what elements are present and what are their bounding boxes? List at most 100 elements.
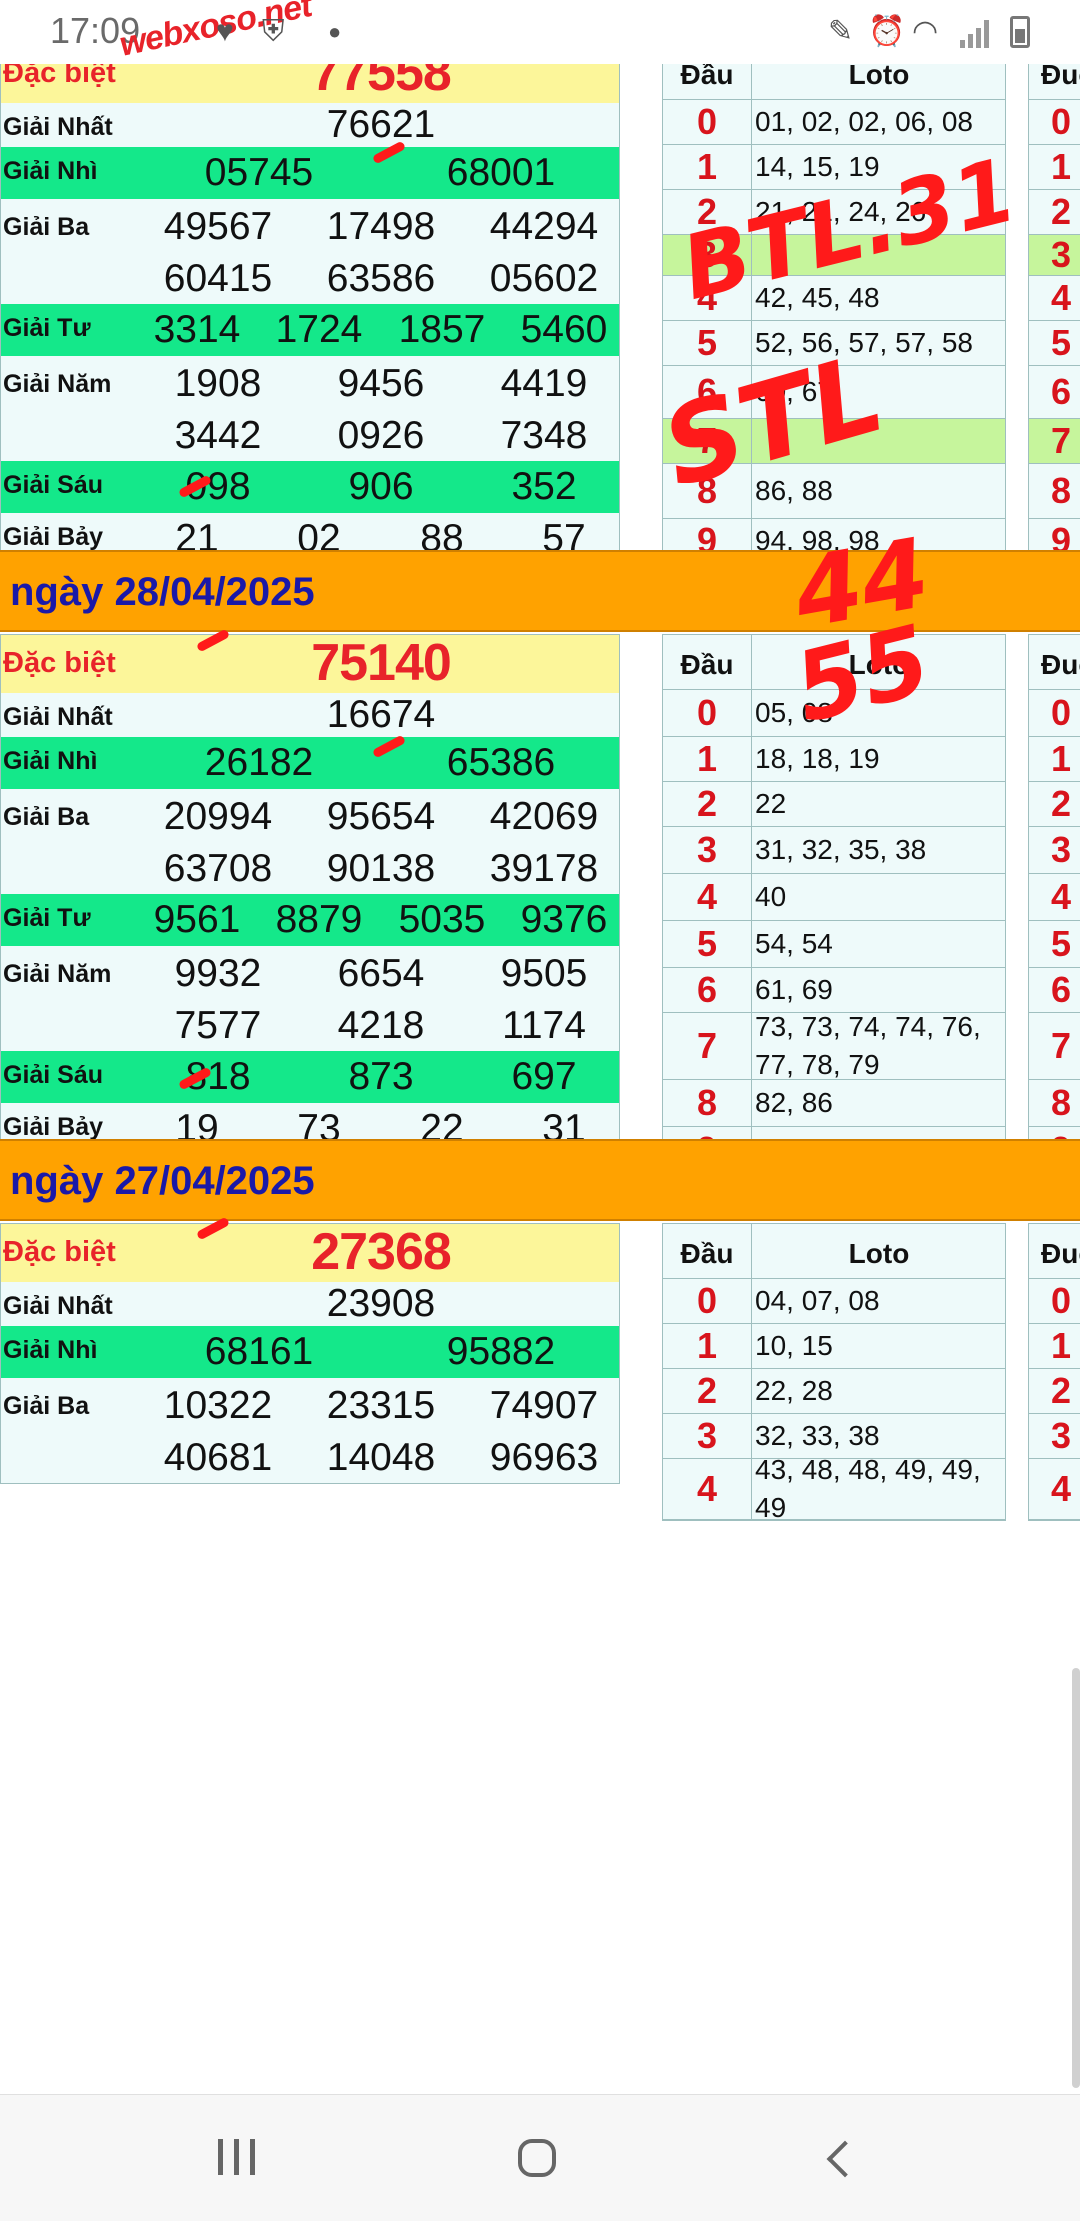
home-icon[interactable] <box>518 2139 556 2177</box>
shield-icon: ⛨ <box>262 15 285 48</box>
scrollbar[interactable] <box>1072 1668 1080 2088</box>
loto-head-digit: 4 <box>663 1459 752 1519</box>
first-prize-label: Giải Nhất <box>3 703 113 731</box>
loto-row: 7 73, 73, 74, 74, 76, 77, 78, 79 <box>663 1011 1005 1080</box>
second-prize-row: Giải Nhì 05745 68001 <box>1 147 619 199</box>
loto-row: 7 <box>663 419 1005 464</box>
date-text: ngày 28/04/2025 <box>10 570 315 614</box>
fourth-prize-label: Giải Tư <box>3 314 91 342</box>
duoi-digit: 5 <box>1029 921 1080 968</box>
signal-icon <box>960 18 996 48</box>
fifth-prize-number: 0926 <box>337 414 425 457</box>
third-prize-number: 17498 <box>326 205 436 248</box>
duoi-digit: 1 <box>1029 737 1080 782</box>
loto-head-digit: 5 <box>663 921 752 967</box>
loto-table: Đầu Loto 0 05, 08 1 18, 18, 19 2 22 3 31, 32, 35,… <box>662 634 1006 1175</box>
dot-icon: ● <box>328 19 342 44</box>
fourth-prize-row: Giải Tư 9561 8879 5035 9376 <box>1 894 619 946</box>
loto-values: 40 <box>755 881 787 912</box>
loto-header-loto: Loto <box>848 649 910 680</box>
fifth-prize-number: 6654 <box>337 952 425 995</box>
third-prize-label: Giải Ba <box>3 213 90 241</box>
loto-values: 60, 67 <box>755 376 833 407</box>
third-prize-number: 95654 <box>326 795 436 838</box>
sixth-prize-label: Giải Sáu <box>3 1061 104 1089</box>
third-prize-number: 42069 <box>489 795 599 838</box>
third-prize-number: 20994 <box>163 795 273 838</box>
third-prize-number: 14048 <box>326 1436 436 1479</box>
duoi-table: Đuôi0123456789 <box>1028 64 1080 565</box>
loto-row: 0 05, 08 <box>663 690 1005 737</box>
sixth-prize-row: Giải Sáu 098 906 352 <box>1 461 619 513</box>
loto-values: 05, 08 <box>755 697 833 728</box>
special-prize-number: 27368 <box>311 1223 452 1281</box>
duoi-digit: 2 <box>1029 1369 1080 1414</box>
second-prize-number: 65386 <box>446 741 556 784</box>
second-prize-label: Giải Nhì <box>3 747 98 775</box>
loto-row: 1 18, 18, 19 <box>663 737 1005 782</box>
special-prize-label: Đặc biệt <box>3 64 116 89</box>
third-prize-number: 63708 <box>163 847 273 890</box>
heart-icon: ♥ <box>216 15 234 48</box>
loto-head-digit: 1 <box>663 1324 752 1368</box>
second-prize-number: 26182 <box>204 741 314 784</box>
duoi-table: Đuôi0123456789 <box>1028 634 1080 1175</box>
duoi-digit: 4 <box>1029 276 1080 321</box>
fifth-prize-label: Giải Năm <box>3 370 112 398</box>
loto-values: 73, 73, 74, 74, 76, 77, 78, 79 <box>755 1011 981 1080</box>
second-prize-row: Giải Nhì 26182 65386 <box>1 737 619 789</box>
fourth-prize-number: 5460 <box>520 308 608 351</box>
loto-header: Đầu Loto <box>663 1224 1005 1279</box>
loto-head-digit: 8 <box>663 1080 752 1126</box>
results-page[interactable]: Đặc biệt 77558 Giải Nhất 76621 Giải Nhì 05745… <box>0 64 1080 2094</box>
loto-head-digit: 6 <box>663 366 752 418</box>
third-prize-number: 05602 <box>489 257 599 300</box>
loto-head-digit: 3 <box>663 827 752 873</box>
loto-head-digit: 2 <box>663 190 752 234</box>
fifth-prize-number: 1174 <box>502 1004 586 1047</box>
third-prize-number: 96963 <box>489 1436 599 1479</box>
second-prize-label: Giải Nhì <box>3 1336 98 1364</box>
loto-header: Đầu Loto <box>663 64 1005 100</box>
loto-values: 54, 54 <box>755 928 833 959</box>
battery-icon <box>1010 16 1030 48</box>
seventh-prize-label: Giải Bảy <box>3 1113 104 1141</box>
second-prize-number: 05745 <box>204 151 314 194</box>
duoi-digit: 0 <box>1029 1279 1080 1324</box>
duoi-header: Đuôi <box>1029 1224 1080 1279</box>
prize-table: Đặc biệt 77558 Giải Nhất 76621 Giải Nhì 05745… <box>0 64 620 566</box>
loto-header-loto: Loto <box>848 64 910 90</box>
fifth-prize-number: 9456 <box>337 362 425 405</box>
loto-row: 2 22 <box>663 782 1005 827</box>
loto-row: 2 21, 21, 24, 26 <box>663 190 1005 235</box>
special-prize-number: 75140 <box>311 634 452 692</box>
loto-values: 52, 56, 57, 57, 58 <box>755 327 973 358</box>
loto-header-dau: Đầu <box>663 1224 752 1278</box>
duoi-header: Đuôi <box>1029 64 1080 100</box>
loto-values: 42, 45, 48 <box>755 282 880 313</box>
special-prize-label: Đặc biệt <box>3 1236 116 1268</box>
loto-values: 22, 28 <box>755 1375 833 1406</box>
fifth-prize-number: 9505 <box>500 952 588 995</box>
loto-row: 8 86, 88 <box>663 464 1005 519</box>
fourth-prize-label: Giải Tư <box>3 904 91 932</box>
back-icon[interactable] <box>826 2140 864 2178</box>
sixth-prize-number: 873 <box>348 1055 414 1098</box>
sixth-prize-number: 098 <box>185 465 251 508</box>
sixth-prize-number: 906 <box>348 465 414 508</box>
recent-apps-icon[interactable] <box>212 2133 272 2183</box>
loto-head-digit: 1 <box>663 145 752 189</box>
third-prize-row: Giải Ba 10322 23315 74907 40681 14048 96963 <box>1 1378 619 1483</box>
prize-table: Đặc biệt 75140 Giải Nhất 16674 Giải Nhì 26182… <box>0 634 620 1156</box>
duoi-digit: 1 <box>1029 1324 1080 1369</box>
third-prize-number: 90138 <box>326 847 436 890</box>
first-prize-number: 76621 <box>326 103 436 146</box>
loto-head-digit: 7 <box>663 1013 752 1079</box>
fifth-prize-number: 7577 <box>174 1004 262 1047</box>
duoi-digit: 6 <box>1029 366 1080 419</box>
date-header: ngày 27/04/2025 <box>0 1139 1080 1221</box>
sixth-prize-row: Giải Sáu 818 873 697 <box>1 1051 619 1103</box>
loto-values: 01, 02, 02, 06, 08 <box>755 106 973 137</box>
status-bar: 17:09 webxoso.net ♥ ⛨ ● ✎ ⏰ ◠ <box>0 0 1080 64</box>
special-prize-row: Đặc biệt 75140 <box>1 634 619 693</box>
